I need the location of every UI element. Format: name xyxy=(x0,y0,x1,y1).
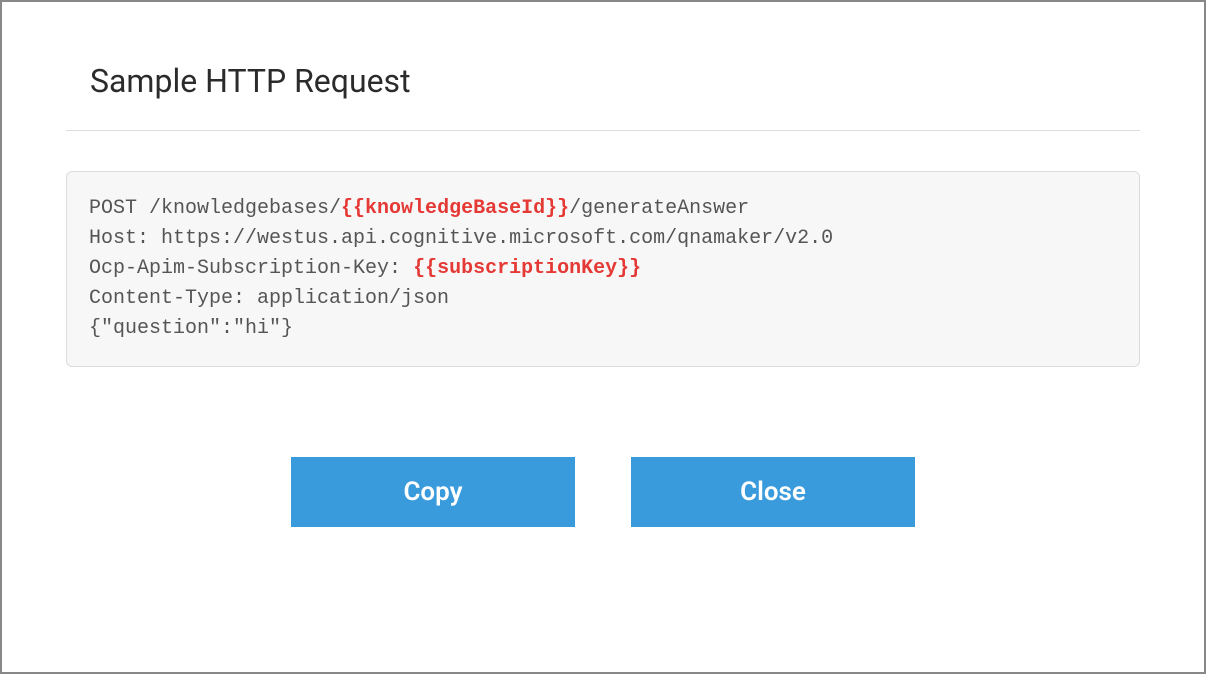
subscription-key-placeholder: {{subscriptionKey}} xyxy=(413,257,641,280)
code-line-4: Content-Type: application/json xyxy=(89,287,449,310)
code-line-3-prefix: Ocp-Apim-Subscription-Key: xyxy=(89,257,413,280)
button-row: Copy Close xyxy=(66,457,1140,527)
modal-dialog: Sample HTTP Request POST /knowledgebases… xyxy=(0,0,1206,674)
copy-button[interactable]: Copy xyxy=(291,457,575,527)
knowledgebase-id-placeholder: {{knowledgeBaseId}} xyxy=(341,197,569,220)
code-line-1-prefix: POST /knowledgebases/ xyxy=(89,197,341,220)
code-line-5: {"question":"hi"} xyxy=(89,317,293,340)
modal-content: Sample HTTP Request POST /knowledgebases… xyxy=(2,2,1204,672)
close-button[interactable]: Close xyxy=(631,457,915,527)
divider xyxy=(66,130,1140,131)
modal-title: Sample HTTP Request xyxy=(66,62,1140,100)
code-line-1-suffix: /generateAnswer xyxy=(569,197,749,220)
http-request-code-block: POST /knowledgebases/{{knowledgeBaseId}}… xyxy=(66,171,1140,367)
code-line-2: Host: https://westus.api.cognitive.micro… xyxy=(89,227,833,250)
